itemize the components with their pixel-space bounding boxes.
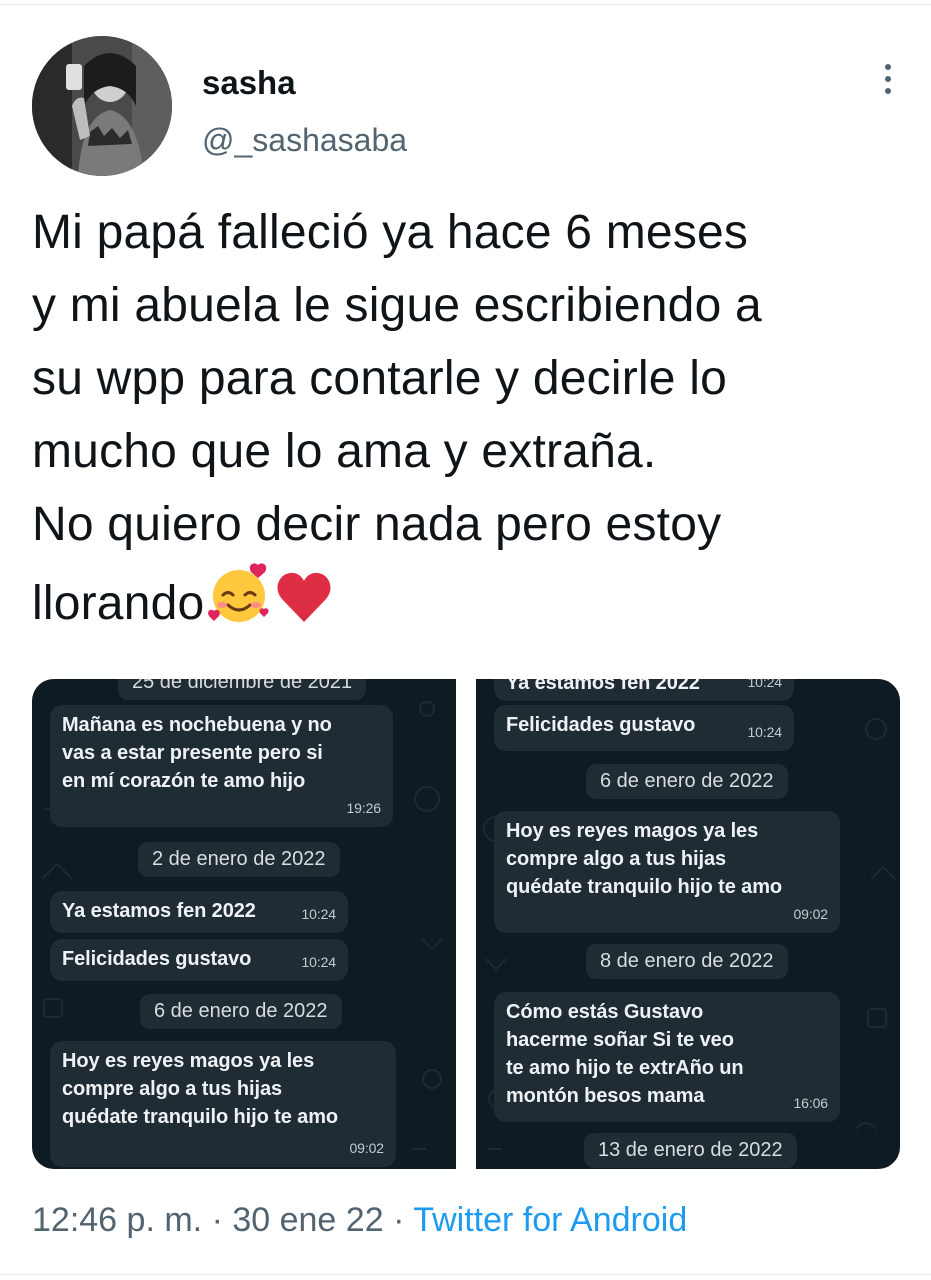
message-text: Mañana es nochebuena y no vas a estar pr… [62,714,332,792]
tweet-text: Mi papá falleció ya hace 6 meses y mi ab… [32,196,912,648]
message-text: Hoy es reyes magos ya les compre algo a … [506,820,783,898]
message-text: Felicidades gustavo [506,714,696,736]
chat-bubble: Ya estamos fen 2022 10:24 [50,891,348,933]
tweet-line: llorando [32,577,205,630]
message-time: 16:06 [793,1095,828,1111]
chat-bubble: Hoy es reyes magos ya les compre algo a … [50,1041,396,1167]
date-chip: 6 de enero de 2022 [586,764,788,799]
message-time: 10:24 [747,679,782,690]
message-text: Ya estamos fen 2022 [62,900,256,922]
display-name[interactable]: sasha [202,64,296,102]
date-chip: 13 de enero de 2022 [584,1133,797,1168]
chat-bubble: Ya estamos fen 2022 10:24 [494,679,794,701]
tweet-line: y mi abuela le sigue escribiendo a [32,279,762,332]
message-time: 10:24 [747,724,782,740]
message-time: 10:24 [301,954,336,970]
message-text: Cómo estás Gustavo hacerme soñar Si te v… [506,1001,744,1107]
chat-bubble: Cómo estás Gustavo hacerme soñar Si te v… [494,992,840,1122]
tweet-source-link[interactable]: Twitter for Android [413,1201,687,1239]
tweet-line: mucho que lo ama y extraña. [32,425,657,478]
chat-bubble: Felicidades gustavo 10:24 [494,705,794,751]
chat-bubble: Mañana es nochebuena y no vas a estar pr… [50,705,393,827]
tweet-line: Mi papá falleció ya hace 6 meses [32,206,749,259]
tweet-metadata: 12:46 p. m. · 30 ene 22 · Twitter for An… [32,1201,687,1240]
tweet-time[interactable]: 12:46 p. m. [32,1201,202,1239]
message-text: Felicidades gustavo [62,948,252,970]
smiling-face-with-hearts-icon [206,561,272,648]
user-handle[interactable]: @_sashasaba [202,122,407,159]
tweet-line: No quiero decir nada pero estoy [32,498,722,551]
bottom-divider [0,1274,931,1275]
message-time: 09:02 [349,1140,384,1156]
tweet-header: sasha @_sashasaba [32,36,900,180]
separator: · [393,1201,405,1239]
top-divider [0,4,931,5]
more-options-icon[interactable] [882,64,894,104]
message-time: 09:02 [793,906,828,922]
red-heart-icon [274,567,334,648]
message-time: 10:24 [301,906,336,922]
message-time: 19:26 [346,800,381,816]
chat-screenshot-right[interactable]: Ya estamos fen 2022 10:24 Felicidades gu… [476,679,900,1169]
tweet-date[interactable]: 30 ene 22 [232,1201,383,1239]
date-chip: 2 de enero de 2022 [138,842,340,877]
tweet-line: su wpp para contarle y decirle lo [32,352,727,405]
date-chip: 25 de diciembre de 2021 [118,679,367,700]
chat-screenshot-left[interactable]: 25 de diciembre de 2021 Mañana es nocheb… [32,679,456,1169]
message-text: Ya estamos fen 2022 [506,679,700,694]
date-chip: 6 de enero de 2022 [140,994,342,1029]
message-text: Hoy es reyes magos ya les compre algo a … [62,1050,339,1128]
separator: · [211,1201,223,1239]
tweet-media[interactable]: 25 de diciembre de 2021 Mañana es nocheb… [32,679,900,1169]
avatar[interactable] [32,36,172,176]
tweet-last-line: llorando [32,561,912,648]
date-chip: 8 de enero de 2022 [586,944,788,979]
chat-bubble: Hoy es reyes magos ya les compre algo a … [494,811,840,933]
chat-bubble: Felicidades gustavo 10:24 [50,939,348,981]
